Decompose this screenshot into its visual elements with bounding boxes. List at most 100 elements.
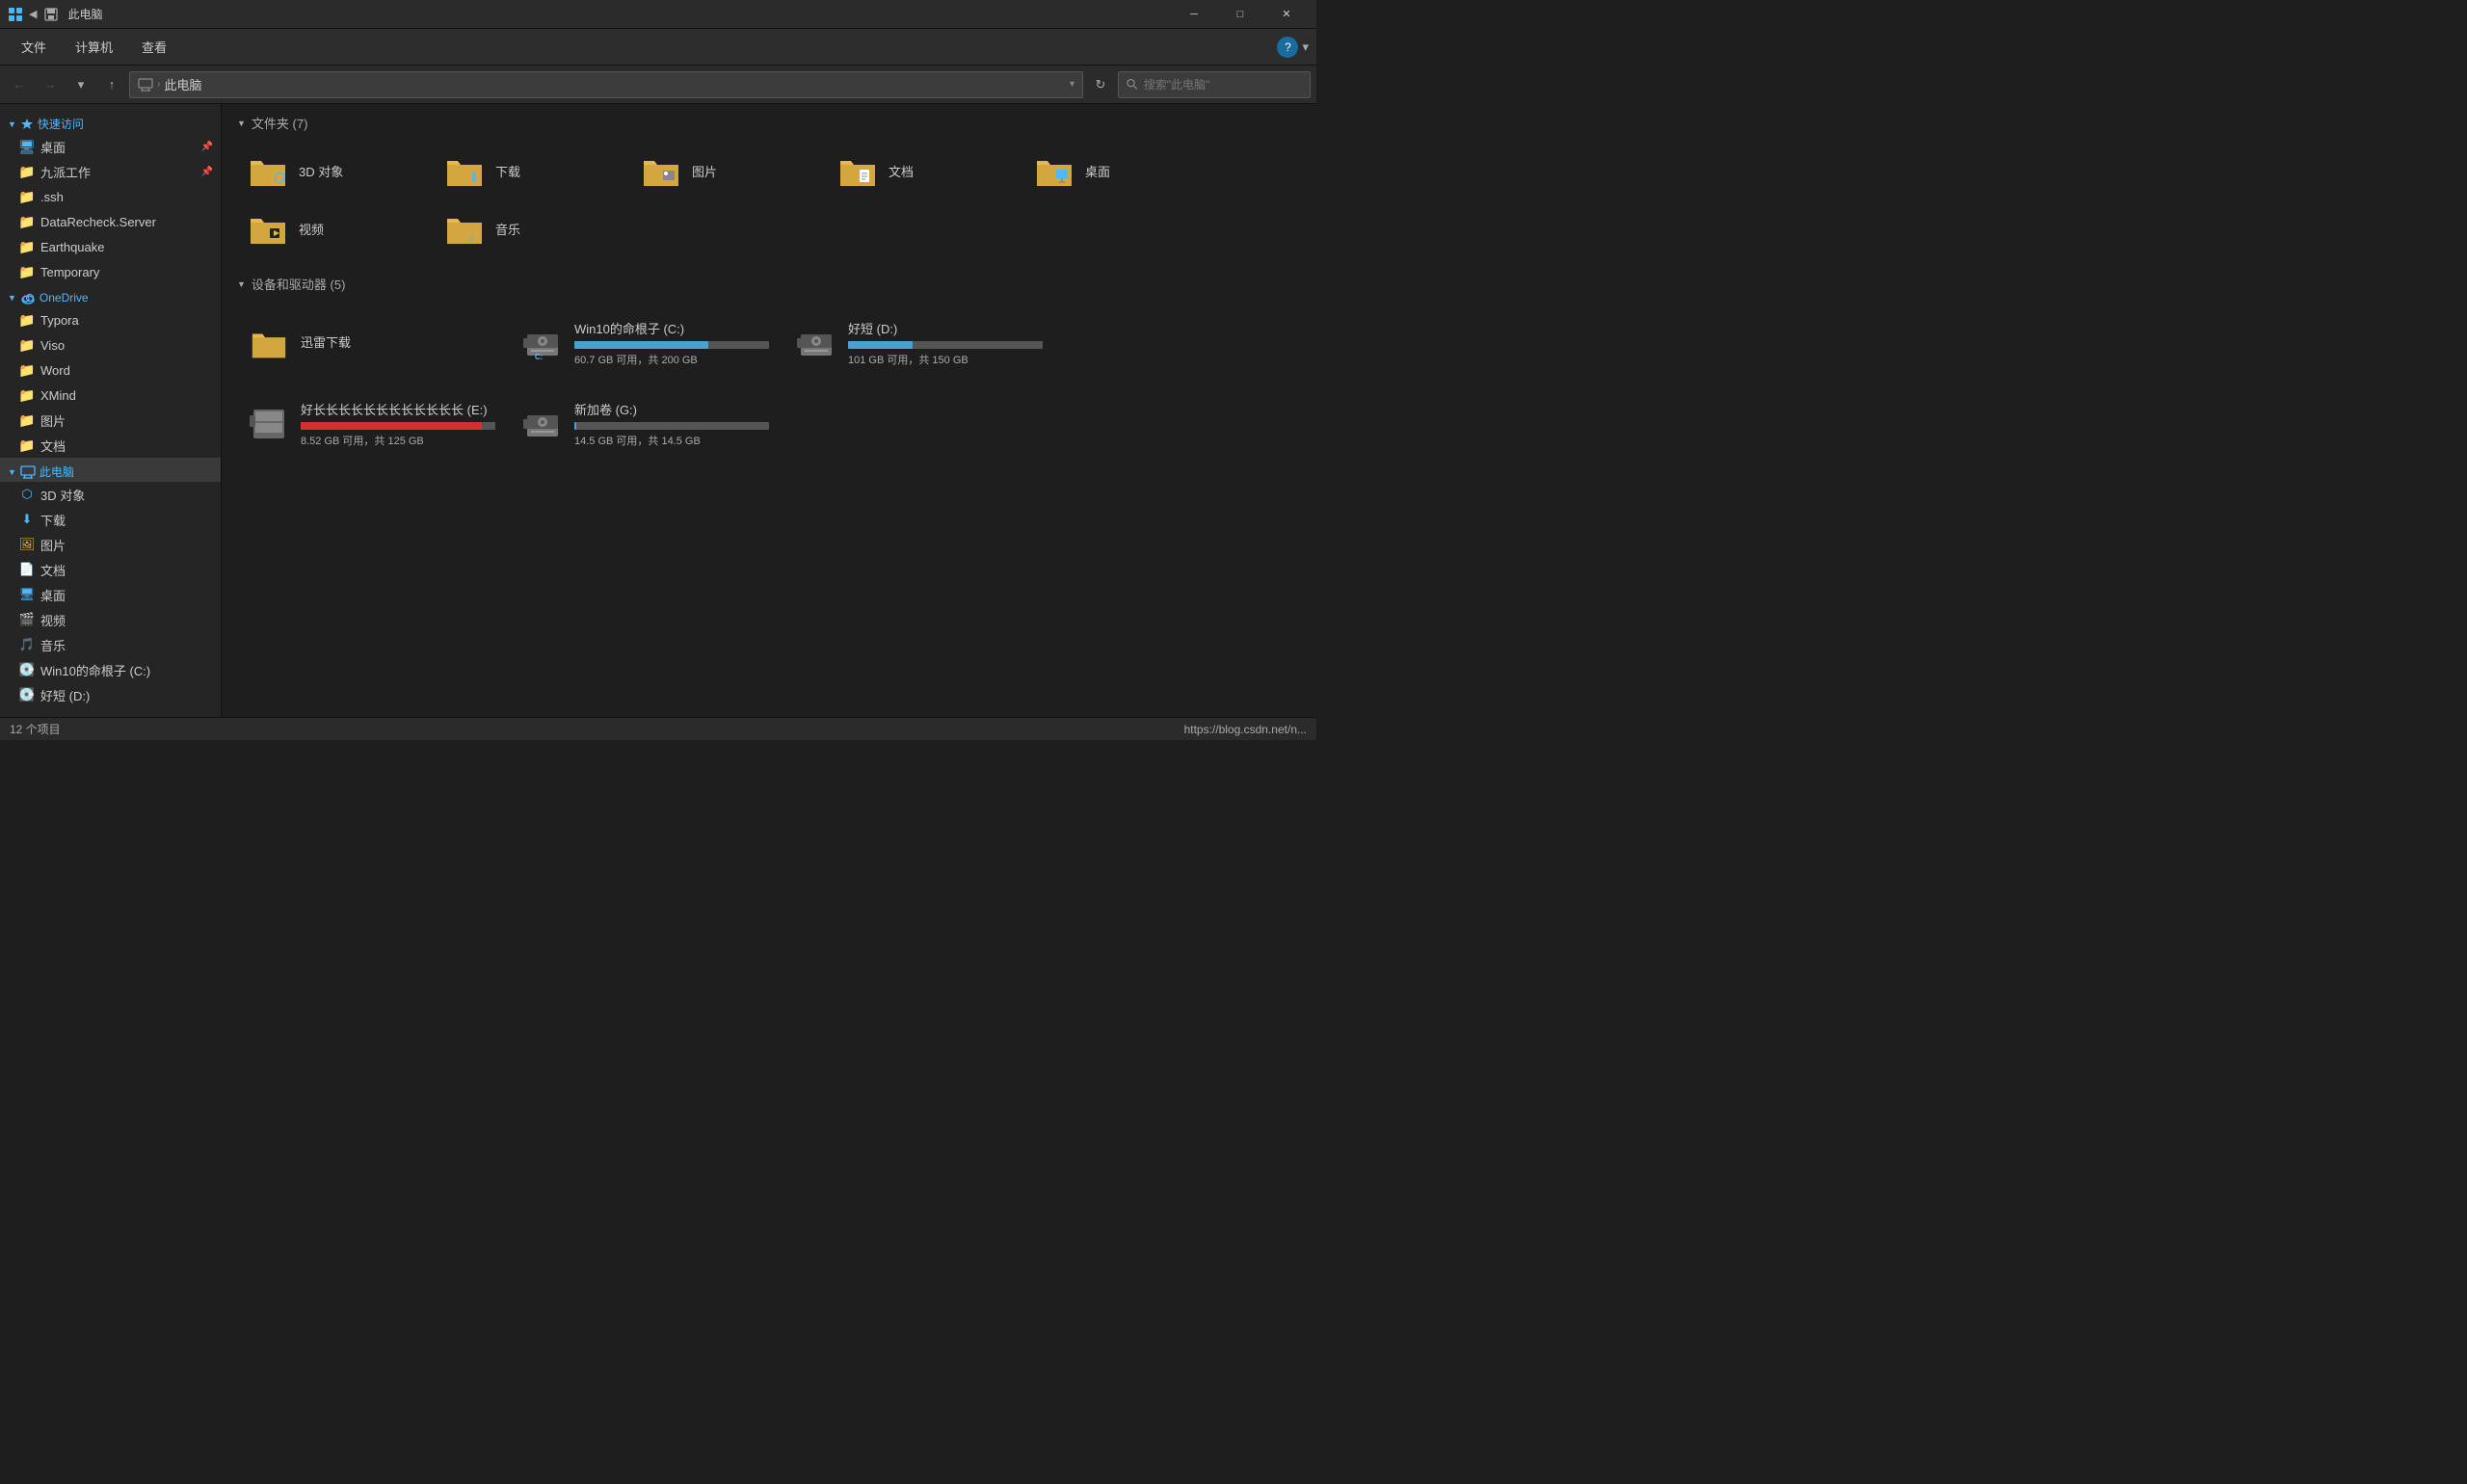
cloud-icon xyxy=(20,290,36,305)
folder-icon: 📁 xyxy=(19,337,35,353)
folder-icon: 📁 xyxy=(19,437,35,453)
drive-card-g[interactable]: 新加卷 (G:) 14.5 GB 可用，共 14.5 GB xyxy=(511,385,781,463)
download-icon: ⬇ xyxy=(19,512,35,527)
drives-section-header[interactable]: ▼ 设备和驱动器 (5) xyxy=(237,275,1301,293)
up-button[interactable]: ↑ xyxy=(98,71,125,98)
save-icon xyxy=(44,8,58,21)
drive-c-info: Win10的命根子 (C:) 60.7 GB 可用，共 200 GB xyxy=(574,319,769,367)
sidebar-item-jiupai[interactable]: 📁 九派工作 📌 xyxy=(0,159,221,184)
folder-card-music[interactable]: ♪ 音乐 xyxy=(434,201,626,255)
quick-access-label: 快速访问 xyxy=(38,116,84,132)
folder-icon-docs xyxy=(836,151,879,190)
close-button[interactable]: ✕ xyxy=(1264,0,1309,29)
thispc-label: 此电脑 xyxy=(40,464,74,480)
forward-button[interactable]: → xyxy=(37,71,64,98)
minimize-button[interactable]: ─ xyxy=(1172,0,1216,29)
sidebar-item-typora[interactable]: 📁 Typora xyxy=(0,307,221,332)
folder-icon-pictures xyxy=(640,151,682,190)
sidebar-item-viso[interactable]: 📁 Viso xyxy=(0,332,221,358)
sidebar-item-datarecheck[interactable]: 📁 DataRecheck.Server xyxy=(0,209,221,234)
folder-card-desktop[interactable]: 桌面 xyxy=(1023,144,1216,198)
desktop-icon: 🖥 xyxy=(19,587,35,602)
folder-card-docs[interactable]: 文档 xyxy=(827,144,1020,198)
drives-grid: 迅雷下载 C: Win10的命根子 (C xyxy=(237,305,1301,463)
drive-e-icon xyxy=(249,404,289,444)
folder-icon: 📁 xyxy=(19,164,35,179)
drive-d-bar-wrap xyxy=(848,341,1043,349)
refresh-button[interactable]: ↻ xyxy=(1087,71,1114,98)
drive-card-xunlei[interactable]: 迅雷下载 xyxy=(237,305,507,382)
star-icon xyxy=(20,118,34,131)
svg-text:♪: ♪ xyxy=(468,228,476,245)
folder-card-pictures[interactable]: 图片 xyxy=(630,144,823,198)
svg-text:C:: C: xyxy=(535,353,543,361)
folder-card-download[interactable]: ⬇ 下载 xyxy=(434,144,626,198)
sidebar-item-drive-d[interactable]: 💽 好短 (D:) xyxy=(0,682,221,707)
nav-dropdown-button[interactable]: ▾ xyxy=(67,71,94,98)
content-area: ▼ 文件夹 (7) ⬡ 3D 对象 xyxy=(222,104,1316,717)
sidebar-item-drive-c[interactable]: 💽 Win10的命根子 (C:) xyxy=(0,657,221,682)
drive-c-bar xyxy=(574,341,708,349)
addressbar: ← → ▾ ↑ › 此电脑 ▾ ↻ xyxy=(0,66,1316,104)
drive-g-bar xyxy=(574,422,576,430)
sidebar-item-pictures-od[interactable]: 📁 图片 xyxy=(0,408,221,433)
sidebar-item-desktop2[interactable]: 🖥 桌面 xyxy=(0,582,221,607)
sidebar-item-drive-e[interactable]: 💽 好长长长长长长长长长长长长 (E:) xyxy=(0,707,221,711)
sidebar-item-ssh[interactable]: 📁 .ssh xyxy=(0,184,221,209)
drive-c-stats: 60.7 GB 可用，共 200 GB xyxy=(574,352,769,367)
menu-view[interactable]: 查看 xyxy=(128,29,180,66)
folder-icon-video xyxy=(247,209,289,248)
search-input[interactable] xyxy=(1144,78,1302,92)
sidebar-item-video[interactable]: 🎬 视频 xyxy=(0,607,221,632)
sidebar-item-music[interactable]: 🎵 音乐 xyxy=(0,632,221,657)
folders-section-header[interactable]: ▼ 文件夹 (7) xyxy=(237,114,1301,132)
drive-d-name: 好短 (D:) xyxy=(848,319,1043,337)
sidebar-item-desktop[interactable]: 🖥 桌面 📌 xyxy=(0,134,221,159)
drive-card-d[interactable]: 好短 (D:) 101 GB 可用，共 150 GB xyxy=(784,305,1054,382)
titlebar-title: 此电脑 xyxy=(67,6,1166,22)
svg-text:⬇: ⬇ xyxy=(468,170,480,185)
titlebar-controls: ─ □ ✕ xyxy=(1172,0,1309,29)
folder-icon: 📁 xyxy=(19,264,35,279)
drive-card-e[interactable]: 好长长长长长长长长长长长长 (E:) 8.52 GB 可用，共 125 GB xyxy=(237,385,507,463)
sidebar-item-documents[interactable]: 📄 文档 xyxy=(0,557,221,582)
folder-icon-desktop xyxy=(1033,151,1075,190)
folder-icon-music: ♪ xyxy=(443,209,486,248)
folder-card-3d[interactable]: ⬡ 3D 对象 xyxy=(237,144,430,198)
drive-icon: 💽 xyxy=(19,662,35,677)
expand-button[interactable]: ▾ xyxy=(1302,40,1309,55)
drive-c-name: Win10的命根子 (C:) xyxy=(574,319,769,337)
menu-computer[interactable]: 计算机 xyxy=(62,29,126,66)
sidebar-item-xmind[interactable]: 📁 XMind xyxy=(0,383,221,408)
menu-file[interactable]: 文件 xyxy=(8,29,60,66)
help-button[interactable]: ? xyxy=(1277,37,1298,58)
sidebar-item-pictures[interactable]: 🖼 图片 xyxy=(0,532,221,557)
address-path[interactable]: › 此电脑 ▾ xyxy=(129,71,1083,98)
music-icon: 🎵 xyxy=(19,637,35,652)
path-segment: 此电脑 xyxy=(164,75,201,93)
sidebar-item-docs-od[interactable]: 📁 文档 xyxy=(0,433,221,458)
sidebar-onedrive-header[interactable]: ▼ OneDrive xyxy=(0,284,221,307)
sidebar-item-3d[interactable]: ⬡ 3D 对象 xyxy=(0,482,221,507)
sidebar-item-earthquake[interactable]: 📁 Earthquake xyxy=(0,234,221,259)
folder-icon-3d: ⬡ xyxy=(247,151,289,190)
titlebar: ◀ 此电脑 ─ □ ✕ xyxy=(0,0,1316,29)
sidebar-item-download[interactable]: ⬇ 下载 xyxy=(0,507,221,532)
folder-card-video[interactable]: 视频 xyxy=(237,201,430,255)
drive-g-stats: 14.5 GB 可用，共 14.5 GB xyxy=(574,433,769,448)
sidebar-item-temporary[interactable]: 📁 Temporary xyxy=(0,259,221,284)
drives-section-label: 设备和驱动器 (5) xyxy=(252,275,346,293)
sidebar-item-word[interactable]: 📁 Word xyxy=(0,358,221,383)
drive-d-info: 好短 (D:) 101 GB 可用，共 150 GB xyxy=(848,319,1043,367)
sidebar-thispc-header[interactable]: ▼ 此电脑 xyxy=(0,458,221,482)
search-box[interactable] xyxy=(1118,71,1311,98)
drive-card-c[interactable]: C: Win10的命根子 (C:) 60.7 GB 可用，共 200 GB xyxy=(511,305,781,382)
docs-icon: 📄 xyxy=(19,562,35,577)
back-button[interactable]: ← xyxy=(6,71,33,98)
maximize-button[interactable]: □ xyxy=(1218,0,1262,29)
folders-grid: ⬡ 3D 对象 ⬇ 下载 xyxy=(237,144,1301,255)
folder-name: 文档 xyxy=(889,162,914,180)
folders-section-label: 文件夹 (7) xyxy=(252,114,308,132)
drive-e-name: 好长长长长长长长长长长长长 (E:) xyxy=(301,400,495,418)
sidebar-quick-access-header[interactable]: ▼ 快速访问 xyxy=(0,110,221,134)
